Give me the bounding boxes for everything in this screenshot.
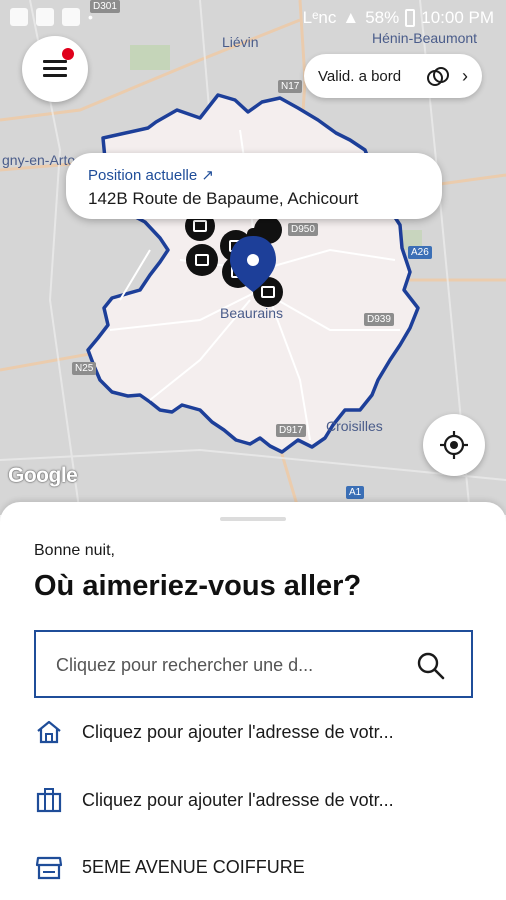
location-notification-icon [10, 8, 28, 26]
road-label: N25 [72, 362, 97, 375]
notification-dot [62, 48, 74, 60]
search-icon[interactable] [416, 651, 446, 681]
store-icon [34, 852, 64, 882]
network-label: Lᵉnc [302, 8, 337, 27]
chevron-right-icon: › [462, 66, 468, 86]
briefcase-icon [34, 785, 64, 815]
menu-button[interactable] [22, 36, 88, 102]
road-label: A1 [346, 486, 365, 499]
list-item-label: Cliquez pour ajouter l'adresse de votr..… [82, 789, 394, 810]
road-label: D950 [288, 223, 318, 236]
sheet-drag-handle[interactable] [220, 517, 286, 521]
map-place-label: Beaurains [220, 305, 284, 321]
google-logo: Google [8, 464, 78, 487]
bottom-sheet: Bonne nuit, Où aimeriez-vous aller? Cliq… [0, 502, 506, 900]
message-notification-icon [36, 8, 54, 26]
list-item-favorite-place[interactable]: 5EME AVENUE COIFFURE [34, 847, 474, 887]
search-placeholder: Cliquez pour rechercher une d... [56, 655, 314, 675]
list-item-label: 5EME AVENUE COIFFURE [82, 856, 305, 877]
my-location-button[interactable] [423, 414, 485, 476]
road-label: D939 [364, 313, 394, 326]
crosshair-icon [440, 431, 468, 459]
ticket-validation-button[interactable]: Valid. a bord › [304, 54, 482, 98]
road-label: D917 [276, 424, 306, 437]
page-title: Où aimeriez-vous aller? [34, 570, 362, 602]
current-position-label[interactable]: Position actuelle ↗ [88, 166, 214, 184]
status-bar: • Lᵉnc ▲ 58% 10:00 PM [0, 0, 506, 36]
greeting-text: Bonne nuit, [34, 542, 115, 559]
home-icon [34, 717, 64, 747]
ticket-validation-label: Valid. a bord [318, 67, 402, 85]
signal-icon: ▲ [342, 8, 360, 27]
ticket-icon [427, 67, 449, 86]
more-notifications-icon: • [88, 9, 93, 25]
list-item-home[interactable]: Cliquez pour ajouter l'adresse de votr..… [34, 712, 474, 752]
map-place-label: Liévin [222, 34, 259, 50]
road-label: A26 [408, 246, 432, 259]
battery-percent: 58% [365, 8, 400, 27]
clock: 10:00 PM [421, 8, 494, 27]
list-item-work[interactable]: Cliquez pour ajouter l'adresse de votr..… [34, 780, 474, 820]
road-label: N17 [278, 80, 303, 93]
destination-search-input[interactable]: Cliquez pour rechercher une d... [34, 630, 473, 698]
current-position-address: 142B Route de Bapaume, Achicourt [88, 189, 359, 208]
map-place-label: gny-en-Arto [2, 152, 76, 168]
map-place-label: Croisilles [326, 418, 383, 434]
current-position-bubble[interactable]: Position actuelle ↗ 142B Route de Bapaum… [66, 153, 442, 219]
image-notification-icon [62, 8, 80, 26]
hamburger-menu-icon [43, 60, 67, 78]
list-item-label: Cliquez pour ajouter l'adresse de votr..… [82, 721, 394, 742]
battery-icon [405, 9, 416, 27]
